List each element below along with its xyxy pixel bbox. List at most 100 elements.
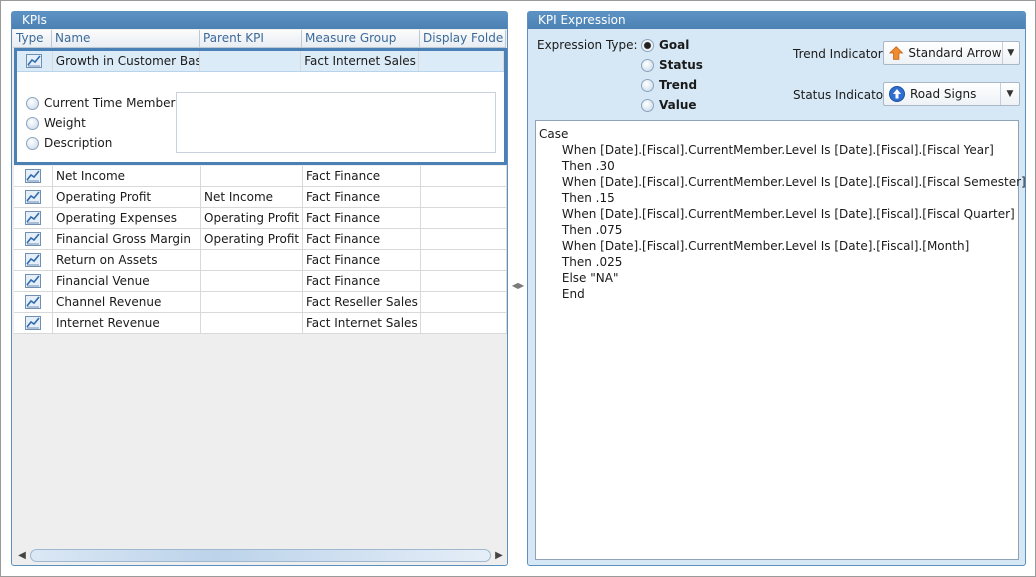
kpi-parent-cell: Operating Profit [201,208,303,228]
horizontal-scrollbar[interactable]: ◀ ▶ [14,547,507,564]
kpi-display-folder-cell [421,166,507,186]
column-header-name[interactable]: Name [52,30,200,47]
table-row[interactable]: Financial Gross Margin Operating Profit Fa… [14,229,507,250]
kpi-parent-cell [201,313,303,333]
expression-type-goal[interactable]: Goal [641,38,689,52]
option-label: Weight [44,116,86,130]
code-line: When [Date].[Fiscal].CurrentMember.Level… [539,175,1026,189]
radio-button[interactable] [26,136,39,150]
column-header-type[interactable]: Type [13,30,52,47]
kpi-name-cell: Return on Assets [53,250,201,270]
kpi-name-cell: Financial Venue [53,271,201,291]
scroll-thumb[interactable] [30,549,491,562]
option-label: Status [659,58,703,72]
code-line: End [539,287,585,301]
radio-button-selected[interactable] [641,38,654,52]
kpi-name-cell: Channel Revenue [53,292,201,312]
kpi-type-cell [14,313,53,333]
kpi-measure-group-cell: Fact Finance [303,250,421,270]
trend-indicator-value: Standard Arrow [908,46,1002,60]
code-line: When [Date].[Fiscal].CurrentMember.Level… [539,239,970,253]
radio-button[interactable] [641,78,654,92]
kpi-measure-group-cell: Fact Finance [303,187,421,207]
expression-type-status[interactable]: Status [641,58,703,72]
kpis-panel-title: KPIs [12,12,507,29]
kpi-parent-cell [200,51,302,71]
kpi-chart-icon [26,54,43,68]
code-line: When [Date].[Fiscal].CurrentMember.Level… [539,207,1015,221]
radio-button[interactable] [26,96,39,110]
kpi-chart-icon [25,211,41,225]
kpi-chart-icon [25,274,41,288]
kpi-name-cell: Financial Gross Margin [53,229,201,249]
code-line: Then .15 [539,191,615,205]
kpi-type-cell [14,208,53,228]
kpi-parent-cell [201,292,303,312]
table-row[interactable]: Return on Assets Fact Finance [14,250,507,271]
kpi-display-folder-cell [421,208,507,228]
kpi-type-cell [14,292,53,312]
code-line: Case [539,127,569,141]
radio-button[interactable] [641,98,654,112]
kpi-name-cell: Operating Expenses [53,208,201,228]
table-row[interactable]: Net Income Fact Finance [14,166,507,187]
kpi-parent-cell [201,250,303,270]
panel-splitter-icon[interactable]: ◀▶ [511,281,525,291]
trend-indicator-label: Trend Indicator: [793,47,887,61]
option-current-time-member[interactable]: Current Time Member [26,93,175,113]
selected-table-row[interactable]: Growth in Customer Base Fact Internet Sa… [17,51,505,72]
kpi-display-folder-cell [421,187,507,207]
orange-up-arrow-icon [888,46,904,60]
kpi-list: Net Income Fact Finance Operating Profit Ne… [14,166,507,334]
kpi-parent-cell [201,166,303,186]
kpi-grid-header: Type Name Parent KPI Measure Group Displ… [13,30,506,48]
kpi-chart-icon [25,295,41,309]
table-row[interactable]: Financial Venue Fact Finance [14,271,507,292]
column-header-measure-group[interactable]: Measure Group [302,30,420,47]
kpi-type-cell [14,166,53,186]
expression-type-label: Expression Type: [537,38,638,52]
chevron-down-icon[interactable]: ▼ [1000,83,1019,105]
chevron-down-icon[interactable]: ▼ [1001,42,1019,64]
kpi-type-cell [14,229,53,249]
kpi-measure-group-cell: Fact Internet Sales 1 [303,313,421,333]
scroll-right-arrow-icon[interactable]: ▶ [491,547,507,564]
column-header-display-folder[interactable]: Display Folde [420,30,506,47]
kpi-display-folder-cell [421,250,507,270]
kpi-display-folder-cell [421,271,507,291]
detail-text-box[interactable] [176,92,496,153]
kpi-measure-group-cell: Fact Internet Sales 1 [301,51,419,71]
expression-editor[interactable]: Case When [Date].[Fiscal].CurrentMember.… [535,120,1026,560]
kpi-name-cell: Growth in Customer Base [53,51,200,71]
expression-type-trend[interactable]: Trend [641,78,697,92]
kpi-measure-group-cell: Fact Finance [303,229,421,249]
radio-button[interactable] [26,116,39,130]
selected-kpi-detail: Growth in Customer Base Fact Internet Sa… [14,48,507,165]
status-indicator-label: Status Indicator: [793,88,892,102]
kpi-parent-cell [201,271,303,291]
kpi-type-cell [14,250,53,270]
scroll-left-arrow-icon[interactable]: ◀ [14,547,30,564]
status-indicator-dropdown[interactable]: Road Signs ▼ [883,82,1020,106]
option-description[interactable]: Description [26,133,175,153]
option-label: Goal [659,38,690,52]
kpi-chart-icon [25,316,41,330]
option-weight[interactable]: Weight [26,113,175,133]
table-row[interactable]: Operating Profit Net Income Fact Finance [14,187,507,208]
kpi-expression-panel: KPI Expression Expression Type: Goal Sta… [527,11,1026,566]
kpi-display-folder-cell [419,51,505,71]
radio-button[interactable] [641,58,654,72]
kpi-type-cell [14,271,53,291]
option-label: Value [659,98,697,112]
expression-type-value[interactable]: Value [641,98,697,112]
kpi-chart-icon [25,253,41,267]
table-row[interactable]: Channel Revenue Fact Reseller Sales [14,292,507,313]
kpi-measure-group-cell: Fact Finance [303,166,421,186]
kpi-name-cell: Internet Revenue [53,313,201,333]
option-label: Trend [659,78,698,92]
table-row[interactable]: Operating Expenses Operating Profit Fact F… [14,208,507,229]
trend-indicator-dropdown[interactable]: Standard Arrow ▼ [883,41,1020,65]
column-header-parent-kpi[interactable]: Parent KPI [200,30,302,47]
kpi-measure-group-cell: Fact Finance [303,208,421,228]
table-row[interactable]: Internet Revenue Fact Internet Sales 1 [14,313,507,334]
